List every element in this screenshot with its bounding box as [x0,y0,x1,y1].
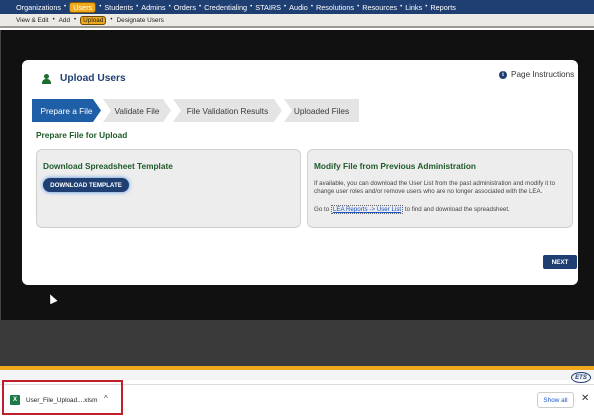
sub-navigation: View & Edit • Add • Upload • Designate Users [0,14,594,28]
goto-suffix: to find and download the spreadsheet. [404,206,510,213]
step-file-validation-results[interactable]: File Validation Results [173,99,282,122]
download-template-panel: Download Spreadsheet Template DOWNLOAD T… [36,149,301,228]
step-prepare-a-file[interactable]: Prepare a File [32,99,101,122]
topnav-item-students[interactable]: Students [104,3,133,12]
topnav-item-admins[interactable]: Admins [141,3,165,12]
page-instructions-label: Page Instructions [511,70,575,79]
chevron-up-icon[interactable]: ^ [104,394,108,403]
topnav-item-links[interactable]: Links [405,3,422,12]
page-title-text: Upload Users [60,73,126,84]
footer-strip [0,370,594,380]
topnav-separator: • [250,4,253,10]
topnav-item-users[interactable]: Users [69,1,97,13]
subnav-item-upload[interactable]: Upload [80,15,107,25]
topnav-separator: • [425,4,428,10]
section-title: Prepare File for Upload [36,130,128,140]
download-template-title: Download Spreadsheet Template [43,161,173,171]
topnav-separator: • [284,4,287,10]
excel-file-icon: X [10,395,20,405]
topnav-separator: • [64,4,67,10]
subnav-item-view-edit[interactable]: View & Edit [16,17,49,24]
topnav-separator: • [400,4,403,10]
lea-reports-user-list-link[interactable]: LEA Reports -> User List [330,205,404,214]
step-validate-file[interactable]: Validate File [103,99,171,122]
subnav-item-designate-users[interactable]: Designate Users [117,17,164,24]
topnav-item-resolutions[interactable]: Resolutions [316,3,354,12]
topnav-item-organizations[interactable]: Organizations [16,3,61,12]
topnav-item-reports[interactable]: Reports [430,3,456,12]
goto-line: Go to LEA Reports -> User List to find a… [314,205,510,214]
user-icon [42,73,51,84]
topnav-item-stairs[interactable]: STAIRS [255,3,281,12]
topnav-separator: • [199,4,202,10]
topnav-separator: • [357,4,360,10]
goto-prefix: Go to [314,206,330,213]
previous-administration-panel: Modify File from Previous Administration… [307,149,573,228]
topnav-item-orders[interactable]: Orders [174,3,196,12]
close-icon[interactable]: ✕ [581,393,589,404]
page-backdrop-lower [0,320,594,370]
top-navigation: Organizations • Users • Students • Admins • Orde… [0,0,594,14]
upload-users-card: Upload Users i Page Instructions Prepare… [22,60,578,285]
previous-administration-text: If available, you can download the User … [314,180,556,196]
download-template-button[interactable]: DOWNLOAD TEMPLATE [43,178,129,192]
subnav-separator: • [74,17,77,23]
download-file-name: User_File_Upload....xlsm [26,396,98,404]
topnav-separator: • [99,4,102,10]
subnav-item-add[interactable]: Add [59,17,70,24]
subnav-separator: • [52,17,55,23]
topnav-item-audio[interactable]: Audio [289,3,308,12]
page-title: Upload Users [42,73,126,84]
info-icon: i [499,70,507,79]
download-item[interactable]: X User_File_Upload....xlsm [10,395,97,405]
step-uploaded-files[interactable]: Uploaded Files [284,99,359,122]
topnav-separator: • [136,4,139,10]
subnav-separator: • [110,17,113,23]
topnav-separator: • [168,4,171,10]
wizard-steps: Prepare a File Validate File File Valida… [32,99,361,122]
page-instructions-link[interactable]: i Page Instructions [499,70,574,79]
topnav-separator: • [310,4,313,10]
ets-logo: ETS [571,372,591,383]
topnav-item-credentialing[interactable]: Credentialing [204,3,247,12]
topnav-item-resources[interactable]: Resources [362,3,397,12]
next-button[interactable]: NEXT [543,255,577,269]
show-all-button[interactable]: Show all [537,392,574,408]
previous-administration-title: Modify File from Previous Administration [314,161,476,171]
